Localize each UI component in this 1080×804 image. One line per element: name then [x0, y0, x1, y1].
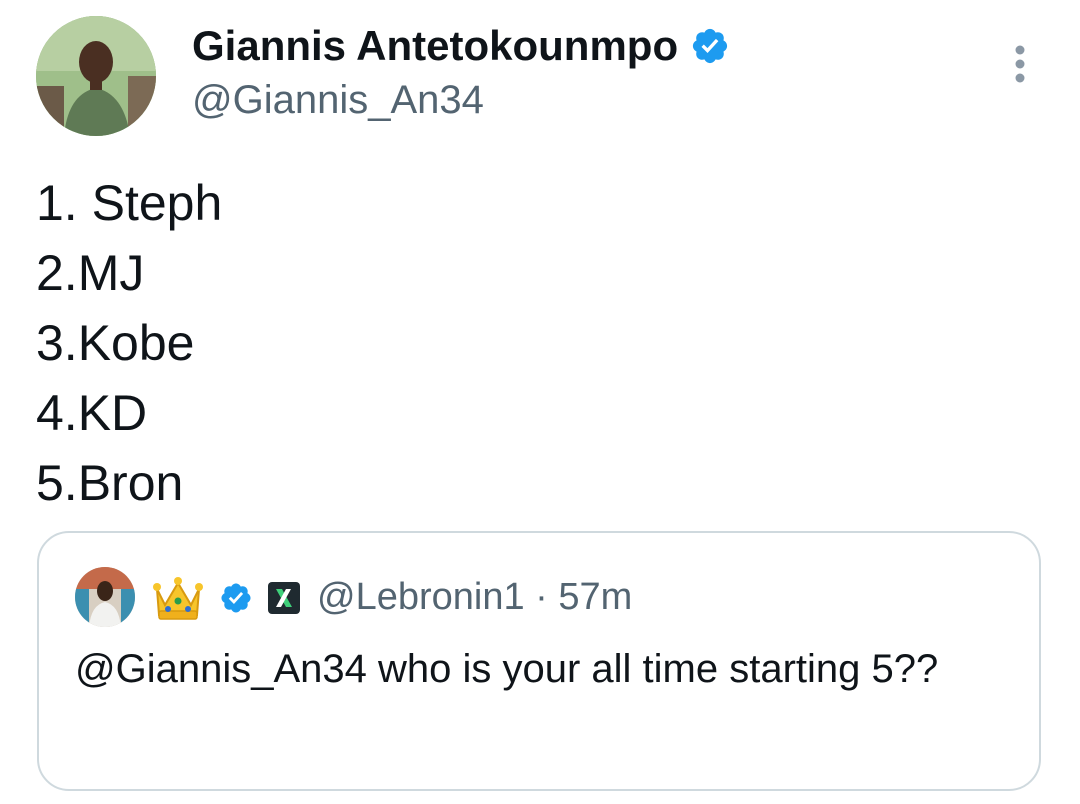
quoted-author-avatar[interactable] [75, 567, 135, 627]
author-avatar[interactable] [36, 16, 156, 136]
tweet-line: 4.KD [36, 385, 148, 441]
more-options-button[interactable] [1006, 44, 1034, 84]
tweet-line: 5.Bron [36, 455, 184, 511]
tweet-line: 2.MJ [36, 245, 145, 301]
quoted-tweet-text: @Giannis_An34 who is your all time start… [75, 647, 939, 691]
affiliate-x-icon[interactable] [267, 581, 301, 615]
profile-photo-icon [75, 567, 135, 627]
quoted-handle-and-time[interactable]: @Lebronin1 · 57m [317, 573, 632, 621]
tweet-line: 1. Steph [36, 175, 223, 231]
tweet-text: 1. Steph 2.MJ 3.Kobe 4.KD 5.Bron [36, 168, 1016, 518]
quoted-tweet-card[interactable]: @Lebronin1 · 57m @Giannis_An34 who is yo… [37, 531, 1041, 791]
crown-emoji-icon [153, 577, 203, 620]
more-vertical-icon [1015, 45, 1025, 83]
verified-badge-icon [221, 583, 251, 613]
profile-photo-icon [36, 16, 156, 136]
verified-badge-icon [693, 28, 728, 64]
tweet-line: 3.Kobe [36, 315, 195, 371]
author-name-row[interactable]: Giannis Antetokounmpo [192, 22, 730, 70]
author-display-name[interactable]: Giannis Antetokounmpo [192, 22, 678, 70]
author-handle[interactable]: @Giannis_An34 [192, 76, 484, 124]
